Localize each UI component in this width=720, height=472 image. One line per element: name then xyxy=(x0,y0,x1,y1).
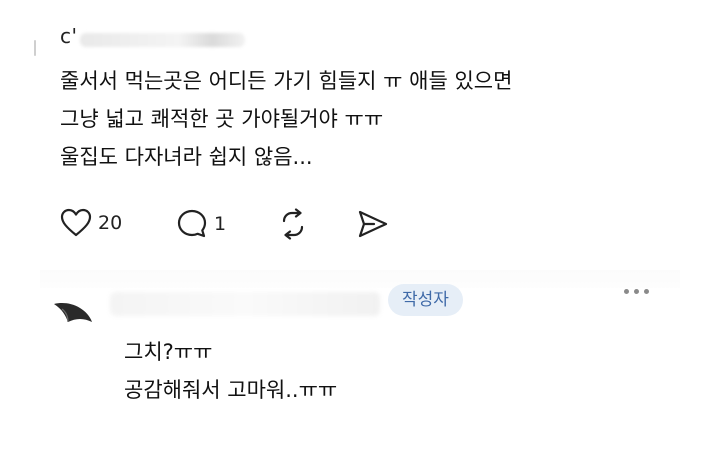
reply-body: 그치?ㅠㅠ 공감해줘서 고마워..ㅠㅠ xyxy=(124,333,337,409)
post-username[interactable]: c' xyxy=(60,24,78,48)
more-dot-icon xyxy=(644,288,649,294)
post-line: 줄서서 먹는곳은 어디든 가기 힘들지 ㅠ 애들 있으면 xyxy=(60,69,513,93)
repost-button[interactable] xyxy=(276,208,310,240)
comment-bubble-icon xyxy=(177,209,207,238)
comment-count: 1 xyxy=(214,213,227,235)
avatar[interactable] xyxy=(52,300,94,326)
thread-line xyxy=(34,40,36,56)
post-line: 울집도 다자녀라 쉽지 않음... xyxy=(60,145,313,169)
author-badge: 작성자 xyxy=(388,284,463,316)
username-redaction xyxy=(80,33,245,47)
more-options-button[interactable] xyxy=(624,283,658,299)
comment-button[interactable]: 1 xyxy=(176,208,226,240)
like-button[interactable]: 20 xyxy=(60,208,122,238)
heart-icon xyxy=(60,208,92,237)
like-count: 20 xyxy=(98,212,123,234)
reply-line: 그치?ㅠㅠ xyxy=(124,340,213,364)
post-body: 줄서서 먹는곳은 어디든 가기 힘들지 ㅠ 애들 있으면 그냥 넓고 쾌적한 곳… xyxy=(60,62,512,176)
reply-username-redaction xyxy=(110,292,380,316)
thread-page: c' 줄서서 먹는곳은 어디든 가기 힘들지 ㅠ 애들 있으면 그냥 넓고 쾌적… xyxy=(0,0,720,472)
repost-icon xyxy=(282,208,304,240)
more-dot-icon xyxy=(634,288,639,294)
share-button[interactable] xyxy=(356,208,390,240)
more-dot-icon xyxy=(624,288,629,294)
reply-line: 공감해줘서 고마워..ㅠㅠ xyxy=(124,378,338,402)
send-icon xyxy=(358,210,388,238)
post-line: 그냥 넓고 쾌적한 곳 가야될거야 ㅠㅠ xyxy=(60,107,384,131)
thread-divider xyxy=(40,270,680,288)
